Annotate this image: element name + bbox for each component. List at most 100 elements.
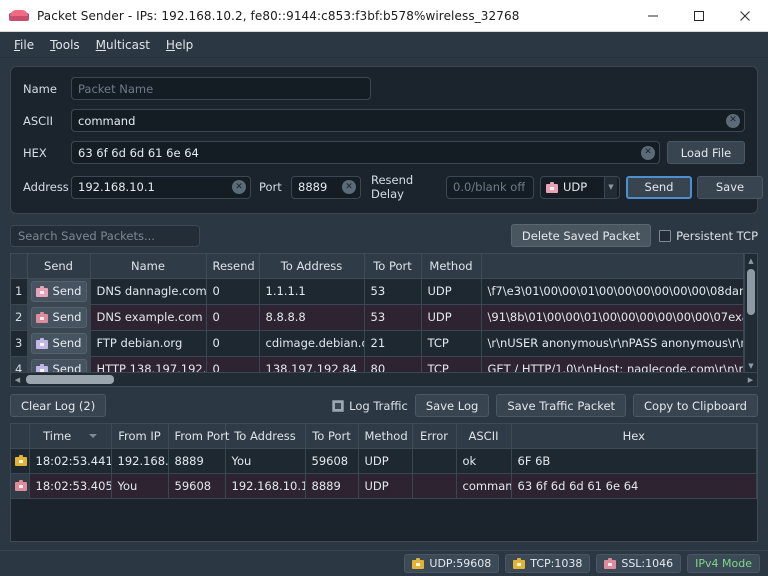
ascii-label: ASCII: [23, 114, 71, 128]
col-error[interactable]: Error: [412, 424, 456, 448]
status-ssl-label: SSL:1046: [621, 557, 673, 570]
col-resend[interactable]: Resend: [206, 254, 259, 278]
window-controls: [630, 0, 768, 31]
col-time[interactable]: Time: [29, 424, 111, 448]
ascii-input[interactable]: command ✕: [71, 109, 745, 132]
persistent-tcp-checkbox-box[interactable]: [659, 230, 671, 242]
search-saved-packets-input[interactable]: Search Saved Packets...: [10, 225, 200, 247]
col-method[interactable]: Method: [421, 254, 481, 278]
col-log-to-address[interactable]: To Address: [225, 424, 305, 448]
col-to-port[interactable]: To Port: [364, 254, 421, 278]
packet-icon: [36, 312, 48, 323]
row-send-button[interactable]: Send: [31, 359, 87, 373]
col-from-ip[interactable]: From IP: [111, 424, 168, 448]
load-file-button[interactable]: Load File: [667, 141, 745, 164]
delete-saved-packet-button[interactable]: Delete Saved Packet: [511, 224, 651, 247]
maximize-icon[interactable]: [676, 0, 722, 31]
log-traffic-checkbox-box[interactable]: [332, 400, 344, 412]
save-traffic-packet-button[interactable]: Save Traffic Packet: [496, 394, 626, 417]
scroll-right-icon[interactable]: ▶: [744, 376, 757, 384]
col-data[interactable]: [481, 254, 744, 278]
row-send-cell[interactable]: Send: [27, 304, 90, 330]
col-log-method[interactable]: Method: [358, 424, 412, 448]
row-send-cell[interactable]: Send: [27, 278, 90, 304]
ssl-packet-icon: [604, 558, 616, 569]
scroll-left-icon[interactable]: ◀: [11, 376, 24, 384]
row-method: UDP: [421, 278, 481, 304]
table-row[interactable]: 2 Send DNS example.com 0 8.8.8.8 53: [11, 304, 744, 330]
chevron-down-icon[interactable]: ▼: [604, 177, 617, 198]
packet-out-icon: [15, 480, 25, 491]
persistent-tcp-checkbox[interactable]: Persistent TCP: [659, 229, 758, 243]
row-method: TCP: [421, 356, 481, 372]
port-clear-icon[interactable]: ✕: [342, 180, 356, 194]
row-to-port: 53: [364, 304, 421, 330]
col-send[interactable]: Send: [27, 254, 90, 278]
log-traffic-checkbox[interactable]: Log Traffic: [332, 399, 408, 413]
row-send-button[interactable]: Send: [31, 333, 87, 354]
status-ip-mode[interactable]: IPv4 Mode: [687, 554, 760, 573]
scroll-thumb[interactable]: [747, 269, 755, 315]
minimize-icon[interactable]: [630, 0, 676, 31]
ascii-clear-icon[interactable]: ✕: [726, 114, 740, 128]
hscroll-track[interactable]: [24, 373, 744, 386]
col-index[interactable]: [11, 254, 27, 278]
saved-packets-vertical-scrollbar[interactable]: ▲ ▼: [744, 254, 757, 372]
col-time-label: Time: [43, 429, 71, 443]
row-send-cell[interactable]: Send: [27, 330, 90, 356]
col-to-address[interactable]: To Address: [259, 254, 364, 278]
status-bar: UDP:59608 TCP:1038 SSL:1046 IPv4 Mode: [0, 550, 768, 576]
close-icon[interactable]: [722, 0, 768, 31]
hex-clear-icon[interactable]: ✕: [641, 146, 655, 160]
packet-name-input[interactable]: Packet Name: [71, 77, 371, 100]
scroll-track[interactable]: [745, 267, 757, 359]
status-tcp[interactable]: TCP:1038: [505, 554, 590, 573]
packet-icon: [36, 364, 48, 373]
scroll-down-icon[interactable]: ▼: [745, 359, 757, 372]
save-button[interactable]: Save: [697, 176, 763, 199]
table-row[interactable]: 18:02:53.441 192.168.... 8889 You 59608 …: [11, 448, 757, 473]
copy-to-clipboard-button[interactable]: Copy to Clipboard: [633, 394, 758, 417]
row-send-button[interactable]: Send: [31, 281, 87, 302]
hscroll-thumb[interactable]: [26, 375, 114, 384]
address-input[interactable]: 192.168.10.1 ✕: [71, 176, 251, 199]
log-time: 18:02:53.405: [29, 473, 111, 498]
menu-tools[interactable]: Tools: [44, 35, 86, 55]
col-hex[interactable]: Hex: [511, 424, 757, 448]
menu-multicast[interactable]: Multicast: [90, 35, 156, 55]
status-udp[interactable]: UDP:59608: [404, 554, 499, 573]
log-to-address: You: [225, 448, 305, 473]
log-toolbar: Clear Log (2) Log Traffic Save Log Save …: [10, 394, 758, 417]
menu-help[interactable]: Help: [160, 35, 199, 55]
col-log-to-port[interactable]: To Port: [305, 424, 358, 448]
col-name[interactable]: Name: [90, 254, 206, 278]
send-button[interactable]: Send: [626, 176, 692, 199]
table-row[interactable]: 1 Send DNS dannagle.com 0 1.1.1.1 53: [11, 278, 744, 304]
col-ascii[interactable]: ASCII: [456, 424, 511, 448]
address-clear-icon[interactable]: ✕: [232, 180, 246, 194]
port-input[interactable]: 8889 ✕: [291, 176, 361, 199]
protocol-select[interactable]: UDP ▼: [540, 176, 620, 199]
persistent-tcp-label: Persistent TCP: [676, 229, 758, 243]
save-log-button[interactable]: Save Log: [415, 394, 489, 417]
scroll-up-icon[interactable]: ▲: [745, 254, 757, 267]
table-row[interactable]: 18:02:53.405 You 59608 192.168.10.1 8889…: [11, 473, 757, 498]
log-to-port: 8889: [305, 473, 358, 498]
table-row[interactable]: 4 Send HTTP 138.197.192.84 0 138.197.192…: [11, 356, 744, 372]
saved-packets-horizontal-scrollbar[interactable]: ◀ ▶: [11, 372, 757, 386]
row-index: 1: [11, 278, 27, 304]
log-toolbar-actions: Log Traffic Save Log Save Traffic Packet…: [332, 394, 758, 417]
traffic-log-table: Time From IP From Port To Address To Por…: [10, 423, 758, 542]
table-row[interactable]: 3 Send FTP debian.org 0 cdimage.debian.o…: [11, 330, 744, 356]
address-value: 192.168.10.1: [78, 180, 155, 194]
row-send-button[interactable]: Send: [31, 307, 87, 328]
clear-log-button[interactable]: Clear Log (2): [10, 394, 106, 417]
resend-delay-input[interactable]: 0.0/blank off: [446, 176, 534, 199]
col-from-port[interactable]: From Port: [168, 424, 225, 448]
log-row-icon-cell: [11, 448, 29, 473]
traffic-log-grid: Time From IP From Port To Address To Por…: [11, 424, 757, 499]
status-ssl[interactable]: SSL:1046: [596, 554, 681, 573]
menu-file[interactable]: File: [8, 35, 40, 55]
hex-input[interactable]: 63 6f 6d 6d 61 6e 64 ✕: [71, 141, 660, 164]
row-send-cell[interactable]: Send: [27, 356, 90, 372]
